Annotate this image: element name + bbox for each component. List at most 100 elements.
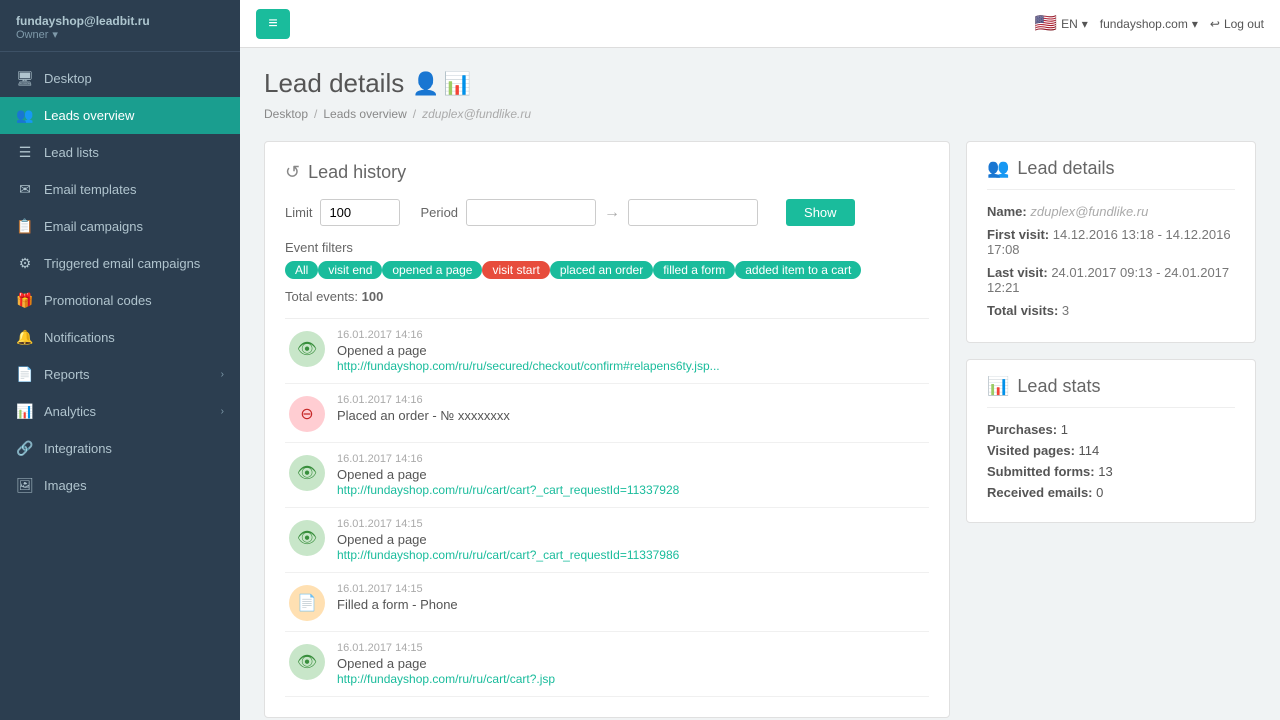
filter-tag-filled-form[interactable]: filled a form xyxy=(653,261,735,279)
sidebar-label-images: Images xyxy=(44,478,224,493)
content-columns: ↺ Lead history Limit Period → Sho xyxy=(264,141,1256,718)
event-content-5: 16.01.2017 14:15 Opened a pagehttp://fun… xyxy=(337,642,925,686)
flag-icon: 🇺🇸 xyxy=(1035,13,1057,34)
sidebar-item-promo-codes[interactable]: 🎁 Promotional codes xyxy=(0,282,240,319)
chevron-down-icon: ▾ xyxy=(52,28,58,41)
chevron-icon: › xyxy=(221,406,224,417)
show-button[interactable]: Show xyxy=(786,199,855,226)
sidebar-item-images[interactable]: 🖼 Images xyxy=(0,467,240,504)
event-icon-0: 👁 xyxy=(289,331,325,367)
event-time-1: 16.01.2017 14:16 xyxy=(337,394,925,406)
sidebar-item-notifications[interactable]: 🔔 Notifications xyxy=(0,319,240,356)
stats-purchases-row: Purchases: 1 xyxy=(987,422,1235,437)
page-title: Lead details xyxy=(264,68,404,99)
total-visits-value: 3 xyxy=(1062,303,1069,318)
sidebar-header: fundayshop@leadbit.ru Owner ▾ xyxy=(0,0,240,52)
sidebar-item-triggered-campaigns[interactable]: ⚙ Triggered email campaigns xyxy=(0,245,240,282)
detail-total-visits-row: Total visits: 3 xyxy=(987,303,1235,318)
page-title-row: Lead details 👤 📊 xyxy=(264,68,1256,99)
event-item-1: ⊖ 16.01.2017 14:16 Placed an order - № x… xyxy=(285,384,929,443)
lead-details-label: Lead details xyxy=(1017,158,1114,179)
sidebar-icon-reports: 📄 xyxy=(16,366,34,383)
purchases-value: 1 xyxy=(1061,422,1068,437)
lead-history-label: Lead history xyxy=(308,162,406,183)
total-events-label: Total events: xyxy=(285,289,358,304)
event-content-2: 16.01.2017 14:16 Opened a pagehttp://fun… xyxy=(337,453,925,497)
sidebar-label-email-campaigns: Email campaigns xyxy=(44,219,224,234)
sidebar-item-email-templates[interactable]: ✉ Email templates xyxy=(0,171,240,208)
filter-tag-added-cart[interactable]: added item to a cart xyxy=(735,261,861,279)
sidebar-label-leads-overview: Leads overview xyxy=(44,108,224,123)
event-item-2: 👁 16.01.2017 14:16 Opened a pagehttp://f… xyxy=(285,443,929,508)
period-arrow-icon: → xyxy=(604,204,620,222)
sidebar-icon-desktop: 🖥 xyxy=(16,70,34,87)
filter-tag-visit-start[interactable]: visit start xyxy=(482,261,549,279)
sidebar-item-leads-overview[interactable]: 👥 Leads overview xyxy=(0,97,240,134)
event-text-2: Opened a pagehttp://fundayshop.com/ru/ru… xyxy=(337,467,925,497)
sidebar-item-reports[interactable]: 📄 Reports › xyxy=(0,356,240,393)
event-text-1: Placed an order - № xxxxxxxx xyxy=(337,408,925,423)
filter-tag-placed-order[interactable]: placed an order xyxy=(550,261,653,279)
event-item-0: 👁 16.01.2017 14:16 Opened a pagehttp://f… xyxy=(285,319,929,384)
detail-first-visit-row: First visit: 14.12.2016 13:18 - 14.12.20… xyxy=(987,227,1235,257)
lead-stats-label: Lead stats xyxy=(1017,376,1100,397)
event-link-2[interactable]: http://fundayshop.com/ru/ru/cart/cart?_c… xyxy=(337,483,679,497)
breadcrumb-leads-overview[interactable]: Leads overview xyxy=(323,107,406,121)
event-text-4: Filled a form - Phone xyxy=(337,597,925,612)
stats-forms-row: Submitted forms: 13 xyxy=(987,464,1235,479)
limit-input[interactable] xyxy=(320,199,400,226)
sidebar-icon-notifications: 🔔 xyxy=(16,329,34,346)
sidebar-role[interactable]: Owner ▾ xyxy=(16,28,224,41)
event-content-4: 16.01.2017 14:15 Filled a form - Phone xyxy=(337,583,925,612)
sidebar-item-lead-lists[interactable]: ☰ Lead lists xyxy=(0,134,240,171)
event-link-0[interactable]: http://fundayshop.com/ru/ru/secured/chec… xyxy=(337,359,720,373)
filter-tag-all[interactable]: All xyxy=(285,261,318,279)
filter-tag-visit-end[interactable]: visit end xyxy=(318,261,382,279)
sidebar-item-analytics[interactable]: 📊 Analytics › xyxy=(0,393,240,430)
sidebar-label-email-templates: Email templates xyxy=(44,182,224,197)
breadcrumb-desktop[interactable]: Desktop xyxy=(264,107,308,121)
total-visits-label: Total visits: xyxy=(987,303,1058,318)
period-end-input[interactable] xyxy=(628,199,758,226)
sidebar-label-triggered-campaigns: Triggered email campaigns xyxy=(44,256,224,271)
language-selector[interactable]: 🇺🇸 EN ▾ xyxy=(1035,13,1088,34)
period-group: Period → xyxy=(420,199,758,226)
stats-emails-row: Received emails: 0 xyxy=(987,485,1235,500)
sidebar-label-lead-lists: Lead lists xyxy=(44,145,224,160)
menu-button[interactable]: ≡ xyxy=(256,9,290,39)
filters-row: Limit Period → Show xyxy=(285,199,929,226)
total-events: Total events: 100 xyxy=(285,289,929,304)
topbar: ≡ 🇺🇸 EN ▾ fundayshop.com ▾ ↩ Log out xyxy=(240,0,1280,48)
filter-tag-opened-page[interactable]: opened a page xyxy=(382,261,482,279)
event-time-5: 16.01.2017 14:15 xyxy=(337,642,925,654)
sidebar-item-integrations[interactable]: 🔗 Integrations xyxy=(0,430,240,467)
page-title-icons: 👤 📊 xyxy=(412,71,471,97)
lead-history-panel: ↺ Lead history Limit Period → Sho xyxy=(264,141,950,718)
logout-button[interactable]: ↩ Log out xyxy=(1210,17,1264,31)
event-text-3: Opened a pagehttp://fundayshop.com/ru/ru… xyxy=(337,532,925,562)
received-emails-value: 0 xyxy=(1096,485,1103,500)
event-text-0: Opened a pagehttp://fundayshop.com/ru/ru… xyxy=(337,343,925,373)
event-icon-1: ⊖ xyxy=(289,396,325,432)
right-panel: 👥 Lead details Name: zduplex@fundlike.ru… xyxy=(966,141,1256,523)
lead-stats-icon: 📊 xyxy=(987,376,1009,397)
sidebar-item-desktop[interactable]: 🖥 Desktop xyxy=(0,60,240,97)
event-item-4: 📄 16.01.2017 14:15 Filled a form - Phone xyxy=(285,573,929,632)
event-link-3[interactable]: http://fundayshop.com/ru/ru/cart/cart?_c… xyxy=(337,548,679,562)
sidebar-icon-lead-lists: ☰ xyxy=(16,144,34,161)
breadcrumb-sep1: / xyxy=(314,107,317,121)
logout-icon: ↩ xyxy=(1210,17,1220,31)
submitted-forms-value: 13 xyxy=(1098,464,1112,479)
lead-stats-title: 📊 Lead stats xyxy=(987,376,1235,408)
domain-label: fundayshop.com xyxy=(1100,17,1188,31)
event-link-5[interactable]: http://fundayshop.com/ru/ru/cart/cart?.j… xyxy=(337,672,555,686)
stats-visited-row: Visited pages: 114 xyxy=(987,443,1235,458)
logout-label: Log out xyxy=(1224,17,1264,31)
sidebar-item-email-campaigns[interactable]: 📋 Email campaigns xyxy=(0,208,240,245)
topbar-right: 🇺🇸 EN ▾ fundayshop.com ▾ ↩ Log out xyxy=(1035,13,1264,34)
period-start-input[interactable] xyxy=(466,199,596,226)
sidebar-icon-images: 🖼 xyxy=(16,477,34,494)
domain-selector[interactable]: fundayshop.com ▾ xyxy=(1100,17,1198,31)
breadcrumb: Desktop / Leads overview / zduplex@fundl… xyxy=(264,107,1256,121)
name-label: Name: xyxy=(987,204,1027,219)
